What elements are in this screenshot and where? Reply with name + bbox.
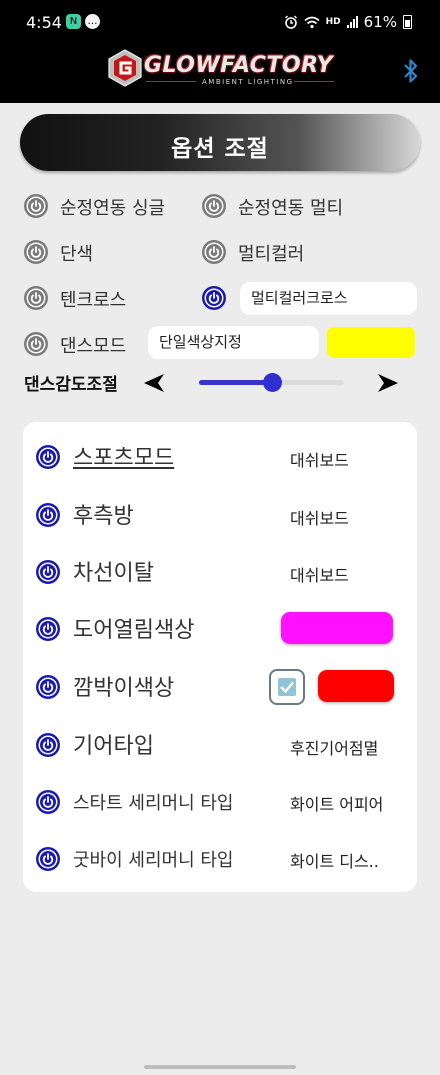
slider-fill <box>199 380 272 385</box>
setting-sports-mode-value[interactable]: 대쉬보드 <box>290 447 349 471</box>
bluetooth-icon[interactable] <box>402 58 420 84</box>
setting-gear-type-value[interactable]: 후진기어점멸 <box>290 735 378 759</box>
alarm-icon <box>284 15 297 29</box>
notification-app-icon: N <box>66 14 81 29</box>
sensitivity-slider[interactable] <box>199 373 344 392</box>
power-toggle-icon[interactable] <box>23 239 49 265</box>
hd-voice-badge: HD <box>325 16 341 27</box>
arrow-right-icon[interactable] <box>377 373 399 393</box>
slider-thumb[interactable] <box>263 373 282 392</box>
message-icon: … <box>85 14 100 29</box>
power-toggle-icon-active[interactable] <box>35 444 61 470</box>
power-toggle-icon-active[interactable] <box>35 616 61 642</box>
power-toggle-icon[interactable] <box>201 193 227 219</box>
power-toggle-icon-active[interactable] <box>35 846 61 872</box>
status-right-group: HD 61% <box>284 13 412 31</box>
signal-icon <box>346 16 358 28</box>
wifi-icon <box>304 16 320 28</box>
setting-lane-departure-label[interactable]: 차선이탈 <box>73 555 154 587</box>
home-gesture-handle[interactable] <box>144 1065 296 1069</box>
logo-emblem-icon <box>108 49 142 87</box>
setting-start-ceremony-value[interactable]: 화이트 어피어 <box>290 791 383 815</box>
setting-start-ceremony-label[interactable]: 스타트 세리머니 타입 <box>73 789 233 815</box>
setting-sports-mode-label[interactable]: 스포츠모드 <box>73 440 174 472</box>
multi-color-cross-select[interactable]: 멀티컬러크로스 <box>240 282 417 315</box>
option-ten-cross[interactable]: 텐크로스 <box>60 286 126 312</box>
setting-gear-type-label[interactable]: 기어타입 <box>73 728 154 760</box>
blinker-sync-checkbox[interactable] <box>269 669 305 705</box>
power-toggle-icon[interactable] <box>23 331 49 357</box>
power-toggle-icon-active[interactable] <box>35 732 61 758</box>
battery-icon <box>403 15 412 29</box>
power-toggle-icon-active[interactable] <box>35 674 61 700</box>
dance-sensitivity-label: 댄스감도조절 <box>24 375 118 395</box>
page-title: 옵션 조절 <box>171 136 269 162</box>
logo-divider <box>146 81 196 82</box>
power-toggle-icon[interactable] <box>201 239 227 265</box>
setting-lane-departure-value[interactable]: 대쉬보드 <box>290 562 349 586</box>
option-single-color[interactable]: 단색 <box>60 240 93 266</box>
checkmark-icon <box>280 681 294 694</box>
battery-percent: 61% <box>363 13 397 31</box>
option-multi-sequential[interactable]: 순정연동 멀티 <box>238 194 343 220</box>
setting-rear-side-value[interactable]: 대쉬보드 <box>290 505 349 529</box>
logo-tagline: AMBIENT LIGHTING <box>202 78 294 86</box>
dance-color-swatch[interactable] <box>327 327 415 358</box>
power-toggle-icon-active[interactable] <box>201 285 227 311</box>
power-toggle-icon-active[interactable] <box>35 559 61 585</box>
logo-wordmark: GLOWFACTORY <box>144 53 334 78</box>
power-toggle-icon[interactable] <box>23 285 49 311</box>
arrow-left-icon[interactable] <box>143 373 165 393</box>
setting-goodbye-ceremony-value[interactable]: 화이트 디스.. <box>290 848 379 872</box>
power-toggle-icon-active[interactable] <box>35 789 61 815</box>
setting-blinker-color-label[interactable]: 깜박이색상 <box>73 670 174 702</box>
logo-divider <box>294 81 334 82</box>
setting-goodbye-ceremony-label[interactable]: 굿바이 세리머니 타입 <box>73 846 233 872</box>
option-dance-mode[interactable]: 댄스모드 <box>60 332 126 358</box>
setting-door-open-color-label[interactable]: 도어열림색상 <box>73 612 194 644</box>
setting-rear-side-label[interactable]: 후측방 <box>73 498 134 530</box>
option-single-sequential[interactable]: 순정연동 싱글 <box>60 194 165 220</box>
status-time: 4:54 <box>26 13 62 32</box>
power-toggle-icon-active[interactable] <box>35 502 61 528</box>
blinker-color-swatch[interactable] <box>318 670 394 702</box>
door-open-color-swatch[interactable] <box>281 612 393 644</box>
option-multi-color[interactable]: 멀티컬러 <box>238 240 304 266</box>
settings-panel <box>23 422 417 892</box>
app-header: 4:54 N … HD 61% GLOWFACTORY AMBIENT LIGH… <box>0 0 440 103</box>
power-toggle-icon[interactable] <box>23 193 49 219</box>
page-title-bar: 옵션 조절 <box>20 114 420 171</box>
status-bar: 4:54 N … HD 61% <box>0 0 440 44</box>
dance-mode-select[interactable]: 단일색상지정 <box>148 326 319 359</box>
glowfactory-logo: GLOWFACTORY AMBIENT LIGHTING <box>104 49 336 93</box>
